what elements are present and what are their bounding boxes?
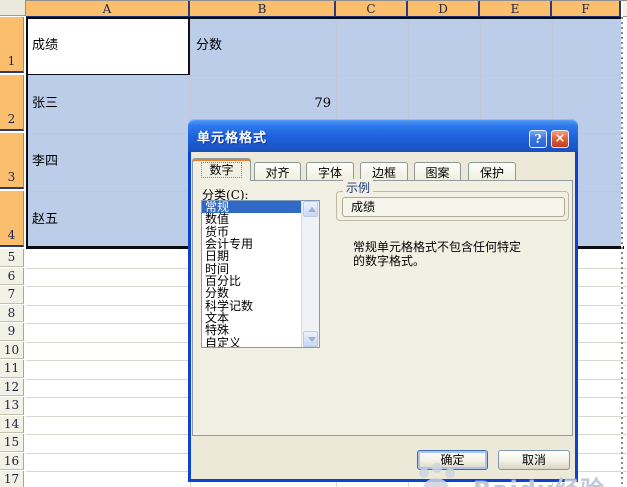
selection-border xyxy=(26,17,28,249)
row-header-7[interactable]: 7 xyxy=(0,286,24,304)
row-header-6[interactable]: 6 xyxy=(0,267,24,285)
row-header-8[interactable]: 8 xyxy=(0,304,24,322)
tab-保护[interactable]: 保护 xyxy=(468,162,516,181)
dialog-title: 单元格格式 xyxy=(197,131,268,146)
cell-A1[interactable]: 成绩 xyxy=(32,37,185,55)
row-header-2[interactable]: 2 xyxy=(0,75,24,131)
column-header-C[interactable]: C xyxy=(336,1,408,17)
column-header-B[interactable]: B xyxy=(190,1,336,17)
row-header-14[interactable]: 14 xyxy=(0,415,24,433)
column-header-sliver xyxy=(623,1,627,17)
tab-图案[interactable]: 图案 xyxy=(414,162,461,181)
sample-value: 成绩 xyxy=(342,197,565,217)
selection-border xyxy=(26,17,621,19)
row-header-17[interactable]: 17 xyxy=(0,471,24,487)
cell-A4[interactable]: 赵五 xyxy=(32,211,185,229)
row-header-12[interactable]: 12 xyxy=(0,378,24,396)
number-tab-panel: 分类(C): 常规 数值 货币 会计专用 日期 时间 百分比 分数 科学记数 文本 特殊 自定义 示例… xyxy=(192,179,573,436)
row-header-4[interactable]: 4 xyxy=(0,191,24,247)
scroll-up-icon[interactable] xyxy=(303,201,318,217)
close-icon[interactable]: × xyxy=(551,130,569,148)
row-header-9[interactable]: 9 xyxy=(0,323,24,341)
format-description-line2: 的数字格式。 xyxy=(353,254,426,268)
row-header-5[interactable]: 5 xyxy=(0,249,24,267)
listbox-scrollbar[interactable] xyxy=(301,201,319,347)
row-header-11[interactable]: 11 xyxy=(0,360,24,378)
column-header-A[interactable]: A xyxy=(26,1,190,17)
cancel-button[interactable]: 取消 xyxy=(498,450,570,470)
row-header-3[interactable]: 3 xyxy=(0,133,24,189)
cell-A3[interactable]: 李四 xyxy=(32,153,185,171)
tab-label: 数字 xyxy=(201,162,242,178)
select-all-corner[interactable] xyxy=(0,0,26,16)
format-cells-dialog: 单元格格式 ? × 分类(C): 常规 数值 货币 会计专用 日期 时间 百分比 分数 科学记数… xyxy=(188,119,578,482)
row-header-15[interactable]: 15 xyxy=(0,434,24,452)
cell-B1[interactable]: 分数 xyxy=(196,37,331,55)
cell-B2[interactable]: 79 xyxy=(196,95,331,113)
sample-groupbox-label: 示例 xyxy=(343,179,374,196)
page-break-line xyxy=(621,17,623,487)
tab-对齐[interactable]: 对齐 xyxy=(254,162,301,181)
help-icon[interactable]: ? xyxy=(529,130,547,148)
dialog-titlebar[interactable]: 单元格格式 ? × xyxy=(188,119,578,152)
row-header-16[interactable]: 16 xyxy=(0,452,24,470)
ok-button[interactable]: 确定 xyxy=(417,450,488,470)
tab-数字[interactable]: 数字 xyxy=(192,158,251,181)
scroll-down-icon[interactable] xyxy=(303,331,318,347)
column-header-E[interactable]: E xyxy=(480,1,552,17)
excel-window: ABCDEF 1 2 3 4 5 6 7 8 9 10 11 12 13 14 15 16 17 成绩 分数 张三 7… xyxy=(0,0,627,487)
grid-hline xyxy=(28,75,621,76)
column-header-D[interactable]: D xyxy=(408,1,480,17)
row-header-13[interactable]: 13 xyxy=(0,397,24,415)
column-header-F[interactable]: F xyxy=(552,1,621,17)
row-header-10[interactable]: 10 xyxy=(0,341,24,359)
row-header-1[interactable]: 1 xyxy=(0,17,24,73)
category-listbox[interactable]: 常规 数值 货币 会计专用 日期 时间 百分比 分数 科学记数 文本 特殊 自定义 xyxy=(201,200,320,348)
cell-A2[interactable]: 张三 xyxy=(32,95,185,113)
